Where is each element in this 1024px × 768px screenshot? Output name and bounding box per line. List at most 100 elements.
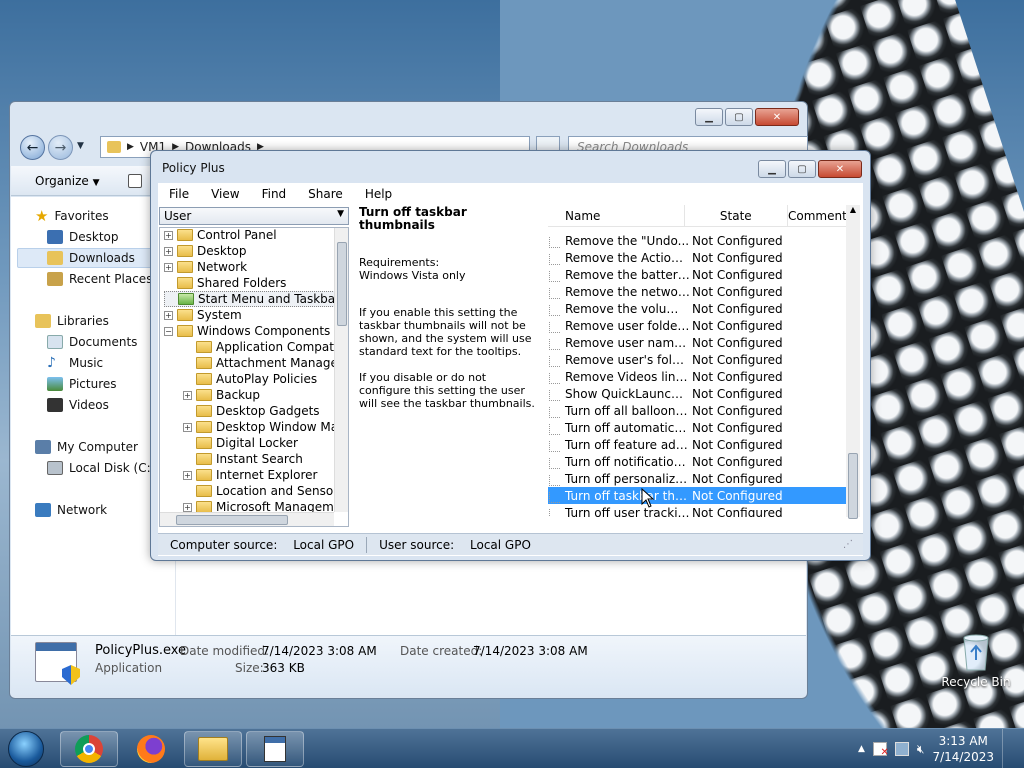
expand-icon[interactable]: +	[183, 422, 192, 432]
tree-node[interactable]: Instant Search	[183, 451, 303, 467]
nav-network[interactable]: Network	[35, 500, 107, 520]
tree-node[interactable]: + System	[164, 307, 242, 323]
table-row[interactable]: Turn off feature adv... Not Configured	[548, 436, 848, 453]
folder-icon	[177, 229, 193, 241]
table-row[interactable]: Turn off taskbar thu... Not Configured	[548, 487, 848, 504]
table-row[interactable]: Remove Videos link ... Not Configured	[548, 368, 848, 385]
nav-documents[interactable]: Documents	[47, 332, 137, 352]
pp-minimize-button[interactable]: ▁	[758, 160, 786, 178]
maximize-button[interactable]: ▢	[725, 108, 753, 126]
nav-videos[interactable]: Videos	[47, 395, 109, 415]
table-row[interactable]: Remove user folder l... Not Configured	[548, 317, 848, 334]
show-hidden-icons-icon[interactable]: ▲	[858, 744, 865, 754]
show-desktop-button[interactable]	[1002, 729, 1012, 768]
table-row[interactable]: Remove user name ... Not Configured	[548, 334, 848, 351]
recycle-bin[interactable]: Recycle Bin	[940, 628, 1012, 689]
tree-node[interactable]: + Network	[164, 259, 247, 275]
expand-icon[interactable]: +	[183, 470, 192, 480]
taskbar-policy-plus[interactable]	[246, 731, 304, 767]
nav-music[interactable]: ♪ Music	[47, 353, 103, 373]
table-row[interactable]: Turn off automatic p... Not Configured	[548, 419, 848, 436]
menu-find[interactable]: Find	[251, 187, 298, 201]
tree-node[interactable]: Location and Sensors	[183, 483, 344, 499]
organize-button[interactable]: Organize ▼	[35, 174, 100, 188]
expand-icon[interactable]: +	[183, 390, 192, 400]
column-state[interactable]: State	[685, 205, 788, 226]
tree-node[interactable]: − Windows Components	[164, 323, 330, 339]
back-button[interactable]: ←	[20, 135, 45, 160]
nav-libraries[interactable]: Libraries	[35, 311, 109, 331]
tree-node[interactable]: + Internet Explorer	[183, 467, 317, 483]
table-row[interactable]: Turn off user tracking Not Configured	[548, 504, 848, 517]
tree-vscroll-thumb[interactable]	[337, 242, 347, 326]
clock[interactable]: 3:13 AM 7/14/2023	[932, 733, 994, 765]
nav-desktop[interactable]: Desktop	[47, 227, 119, 247]
nav-local-disk[interactable]: Local Disk (C:)	[47, 458, 155, 478]
resize-grip-icon[interactable]: ⋰	[837, 539, 859, 550]
table-row[interactable]: Remove the "Undo... Not Configured	[548, 232, 848, 249]
table-row[interactable]: Turn off personalize... Not Configured	[548, 470, 848, 487]
explorer-caption[interactable]: ▁ ▢ ✕	[10, 102, 807, 132]
expand-icon[interactable]: +	[164, 262, 173, 272]
tree-node[interactable]: + Desktop	[164, 243, 247, 259]
tree-vertical-scrollbar[interactable]	[334, 228, 348, 512]
action-center-icon[interactable]: ✕	[872, 742, 889, 758]
table-row[interactable]: Turn off notification ... Not Configured	[548, 453, 848, 470]
list-vscroll-thumb[interactable]	[848, 453, 858, 519]
pp-maximize-button[interactable]: ▢	[788, 160, 816, 178]
tree-node[interactable]: Shared Folders	[164, 275, 286, 291]
history-dropdown-icon[interactable]: ▼	[77, 141, 84, 151]
taskbar-chrome[interactable]	[60, 731, 118, 767]
taskbar-firefox[interactable]	[122, 731, 180, 767]
tree-node[interactable]: Application Compatibility	[183, 339, 348, 355]
table-row[interactable]: Remove the battery ... Not Configured	[548, 266, 848, 283]
tree-node[interactable]: + Backup	[183, 387, 260, 403]
nav-downloads[interactable]: Downloads	[17, 248, 157, 268]
table-row[interactable]: Remove the Action ... Not Configured	[548, 249, 848, 266]
table-row[interactable]: Show QuickLaunch ... Not Configured	[548, 385, 848, 402]
menu-file[interactable]: File	[158, 187, 200, 201]
scroll-up-icon[interactable]: ▲	[846, 205, 860, 214]
folder-icon	[177, 277, 193, 289]
policy-name: Remove the volume...	[548, 302, 690, 316]
network-tray-icon[interactable]	[894, 742, 909, 756]
tree-node[interactable]: + Control Panel	[164, 228, 277, 243]
menu-help[interactable]: Help	[354, 187, 403, 201]
tree-line-icon	[183, 359, 192, 368]
menu-view[interactable]: View	[200, 187, 250, 201]
tree-node[interactable]: AutoPlay Policies	[183, 371, 317, 387]
nav-recent-places[interactable]: Recent Places	[47, 269, 152, 289]
table-row[interactable]: Turn off all balloon n... Not Configured	[548, 402, 848, 419]
tree-node[interactable]: + Desktop Window Mana	[183, 419, 348, 435]
pp-close-button[interactable]: ✕	[818, 160, 862, 178]
expand-icon[interactable]: +	[183, 502, 192, 512]
tree-node[interactable]: Attachment Manager	[183, 355, 343, 371]
nav-my-computer[interactable]: My Computer	[35, 437, 138, 457]
expand-icon[interactable]: +	[164, 246, 173, 256]
tree-node[interactable]: Start Menu and Taskbar	[164, 291, 342, 307]
tree-node[interactable]: Desktop Gadgets	[183, 403, 320, 419]
nav-favorites[interactable]: ★ Favorites	[35, 206, 109, 226]
expand-icon[interactable]: +	[164, 230, 173, 240]
tree-node[interactable]: Digital Locker	[183, 435, 298, 451]
expand-icon[interactable]: +	[164, 310, 173, 320]
forward-button[interactable]: →	[48, 135, 73, 160]
minimize-button[interactable]: ▁	[695, 108, 723, 126]
tree-hscroll-thumb[interactable]	[176, 515, 288, 525]
tree-horizontal-scrollbar[interactable]	[160, 512, 334, 526]
column-comment[interactable]: Comment	[788, 205, 847, 226]
scope-select[interactable]: User ▼	[159, 207, 349, 225]
column-name[interactable]: Name	[548, 205, 685, 226]
taskbar-explorer[interactable]	[184, 731, 242, 767]
volume-muted-icon[interactable]: 🔇︎	[917, 742, 925, 757]
list-vertical-scrollbar[interactable]: ▲	[846, 205, 860, 519]
start-button[interactable]	[4, 729, 48, 768]
table-row[interactable]: Remove the networ... Not Configured	[548, 283, 848, 300]
menu-share[interactable]: Share	[297, 187, 354, 201]
close-button[interactable]: ✕	[755, 108, 799, 126]
collapse-icon[interactable]: −	[164, 326, 173, 336]
nav-pictures[interactable]: Pictures	[47, 374, 117, 394]
open-icon[interactable]	[127, 173, 142, 188]
table-row[interactable]: Remove the volume... Not Configured	[548, 300, 848, 317]
table-row[interactable]: Remove user's folde... Not Configured	[548, 351, 848, 368]
